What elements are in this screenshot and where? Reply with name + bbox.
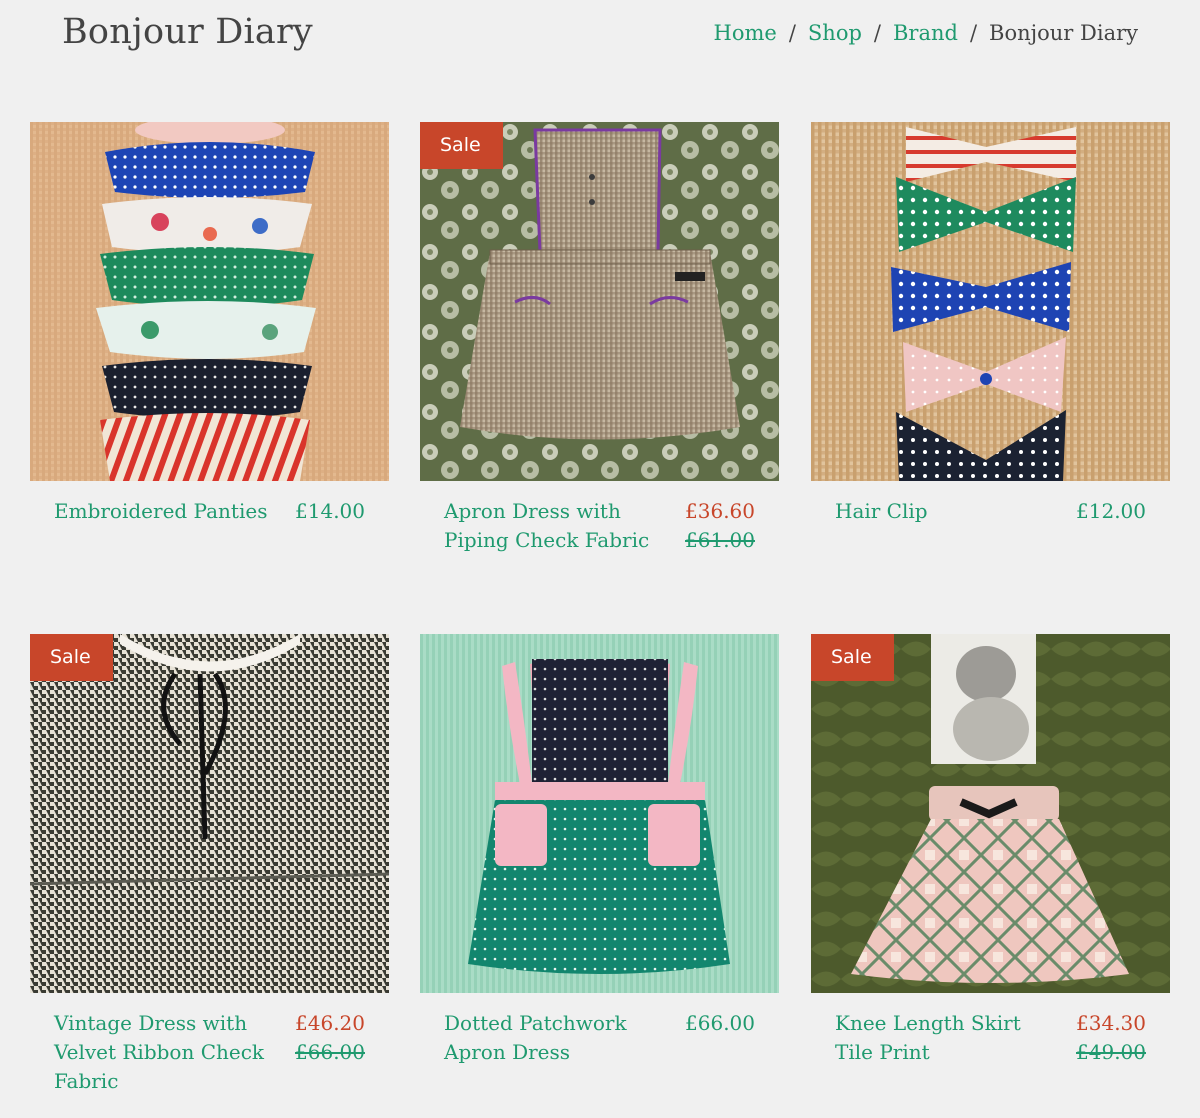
product-card: Sale Knee Length Skirt Tile Print £34.30… — [811, 634, 1170, 1067]
product-card: Sale Apron Dress with Piping Check Fabri… — [420, 122, 779, 555]
page-title: Bonjour Diary — [62, 12, 313, 52]
product-name-link[interactable]: Apron Dress with Piping Check Fabric — [444, 497, 674, 555]
product-card: Embroidered Panties £14.00 — [30, 122, 389, 526]
product-price: £14.00 — [295, 497, 365, 526]
price-sale: £34.30 — [1076, 1011, 1146, 1035]
price-original: £49.00 — [1076, 1040, 1146, 1064]
price-current: £66.00 — [685, 1011, 755, 1035]
product-name-link[interactable]: Knee Length Skirt Tile Print — [835, 1009, 1065, 1067]
breadcrumb-shop-link[interactable]: Shop — [808, 21, 862, 45]
product-card: Dotted Patchwork Apron Dress £66.00 — [420, 634, 779, 1067]
product-name-link[interactable]: Dotted Patchwork Apron Dress — [444, 1009, 674, 1067]
price-sale: £36.60 — [685, 499, 755, 523]
product-image-vintage-dress[interactable]: Sale — [30, 634, 389, 993]
product-price: £12.00 — [1076, 497, 1146, 526]
product-price: £34.30 £49.00 — [1076, 1009, 1146, 1067]
breadcrumb-home-link[interactable]: Home — [714, 21, 777, 45]
product-image-apron-dress[interactable]: Sale — [420, 122, 779, 481]
breadcrumb-separator: / — [788, 21, 796, 45]
product-price: £46.20 £66.00 — [295, 1009, 365, 1096]
product-card: Sale Vintage Dress with Velvet Ribbon Ch… — [30, 634, 389, 1096]
product-card: Hair Clip £12.00 — [811, 122, 1170, 526]
product-image-embroidered-panties[interactable] — [30, 122, 389, 481]
product-name-link[interactable]: Hair Clip — [835, 497, 928, 526]
sale-badge: Sale — [811, 634, 894, 681]
product-name-link[interactable]: Vintage Dress with Velvet Ribbon Check F… — [54, 1009, 284, 1096]
breadcrumb-brand-link[interactable]: Brand — [893, 21, 958, 45]
price-original: £66.00 — [295, 1040, 365, 1064]
product-image-knee-length-skirt[interactable]: Sale — [811, 634, 1170, 993]
product-price: £66.00 — [685, 1009, 755, 1067]
price-current: £12.00 — [1076, 499, 1146, 523]
breadcrumb-current: Bonjour Diary — [989, 21, 1138, 45]
breadcrumb: Home / Shop / Brand / Bonjour Diary — [714, 21, 1138, 45]
sale-badge: Sale — [420, 122, 503, 169]
product-name-link[interactable]: Embroidered Panties — [54, 497, 267, 526]
product-image-dotted-apron-dress[interactable] — [420, 634, 779, 993]
sale-badge: Sale — [30, 634, 113, 681]
price-sale: £46.20 — [295, 1011, 365, 1035]
breadcrumb-separator: / — [969, 21, 978, 45]
product-price: £36.60 £61.00 — [685, 497, 755, 555]
product-image-hair-clip[interactable] — [811, 122, 1170, 481]
breadcrumb-separator: / — [873, 21, 881, 45]
price-current: £14.00 — [295, 499, 365, 523]
price-original: £61.00 — [685, 528, 755, 552]
